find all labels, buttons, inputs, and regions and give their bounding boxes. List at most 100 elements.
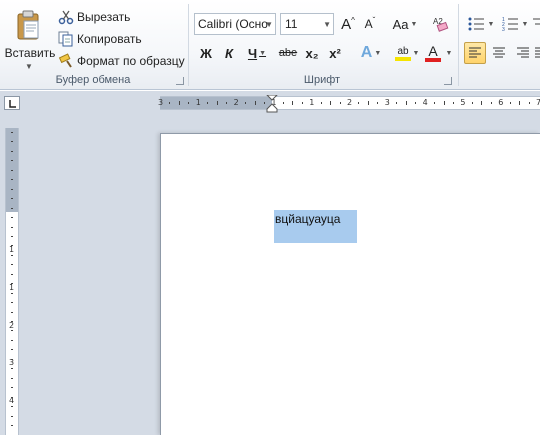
ruler-tick xyxy=(358,102,360,104)
shrink-font-label: A xyxy=(364,17,373,31)
chevron-down-icon[interactable]: ▼ xyxy=(265,20,273,29)
caret-down-small-icon: ˇ xyxy=(372,15,376,25)
align-right-icon xyxy=(517,47,529,58)
chevron-down-icon[interactable]: ▼ xyxy=(488,21,495,28)
superscript-button[interactable]: x² xyxy=(325,42,345,64)
ruler-tick xyxy=(169,102,171,104)
ruler-tick xyxy=(339,102,341,104)
ruler-tick xyxy=(11,160,13,162)
ruler-tick xyxy=(216,101,218,105)
font-size-value: 11 xyxy=(285,17,298,31)
chevron-down-icon[interactable]: ▼ xyxy=(259,50,266,57)
group-divider xyxy=(188,4,189,86)
font-dialog-launcher-icon[interactable] xyxy=(444,77,452,85)
ruler-tick xyxy=(11,302,13,304)
cut-label: Вырезать xyxy=(77,10,131,24)
ruler-tick xyxy=(11,349,13,351)
ruler-tick xyxy=(11,150,13,152)
align-right-button[interactable] xyxy=(512,42,534,64)
numbering-button[interactable]: 1 2 3 ▼ xyxy=(500,13,530,35)
change-case-label: Aa xyxy=(392,16,409,32)
tab-stop-icon xyxy=(9,100,16,108)
tab-selector-button[interactable] xyxy=(4,96,20,110)
paintbrush-icon xyxy=(58,53,72,68)
horizontal-ruler[interactable]: 31211234567 xyxy=(158,95,540,113)
grow-font-button[interactable]: A ^ xyxy=(338,13,358,35)
paste-button[interactable]: Вставить ▼ xyxy=(4,6,55,71)
clear-formatting-button[interactable]: A2 xyxy=(430,13,452,35)
change-case-button[interactable]: Aa ▼ xyxy=(390,13,420,35)
ruler-tick xyxy=(11,207,13,209)
align-left-button[interactable] xyxy=(464,42,486,64)
ruler-tick xyxy=(11,141,13,143)
ruler-number: 6 xyxy=(498,98,504,107)
selected-text[interactable]: вцйацуауца xyxy=(274,210,357,243)
chevron-down-icon[interactable]: ▼ xyxy=(410,42,420,64)
font-group-label: Шрифт xyxy=(303,74,341,86)
multilevel-list-button[interactable] xyxy=(532,13,540,35)
align-center-button[interactable] xyxy=(488,42,510,64)
ruler-tick xyxy=(471,102,473,104)
underline-label: Ч xyxy=(247,45,258,61)
format-painter-label: Формат по образцу xyxy=(77,54,185,68)
text-effects-button[interactable]: A ▼ xyxy=(358,42,384,64)
ruler-number: 4 xyxy=(422,98,428,107)
justify-icon xyxy=(535,47,540,58)
font-color-label: A xyxy=(428,43,438,59)
ruler-tick xyxy=(11,358,13,360)
ruler-tick xyxy=(11,311,13,313)
font-name-input[interactable]: Calibri (Осно ▼ xyxy=(194,13,276,35)
font-color-bar xyxy=(425,58,441,62)
chevron-down-icon[interactable]: ▼ xyxy=(25,62,33,71)
ruler-tick xyxy=(11,415,13,417)
ruler-tick xyxy=(301,102,303,104)
chevron-down-icon[interactable]: ▼ xyxy=(323,20,331,29)
ruler-tick xyxy=(254,101,256,105)
vertical-ruler[interactable]: 112345 xyxy=(5,128,19,435)
ruler-tick xyxy=(405,101,407,105)
italic-button[interactable]: К xyxy=(220,42,238,64)
font-size-input[interactable]: 11 ▼ xyxy=(280,13,334,35)
group-divider xyxy=(458,4,459,86)
bulleted-list-icon xyxy=(468,17,484,31)
clipboard-group-label: Буфер обмена xyxy=(55,74,131,86)
bold-button[interactable]: Ж xyxy=(197,42,215,64)
ruler-tick xyxy=(178,101,180,105)
italic-label: К xyxy=(225,45,233,61)
ruler-tick xyxy=(509,102,511,104)
ruler-number: 5 xyxy=(460,98,466,107)
shrink-font-button[interactable]: Aˇ xyxy=(360,13,380,35)
chevron-down-icon[interactable]: ▼ xyxy=(410,21,417,28)
justify-button[interactable] xyxy=(534,42,540,64)
numbered-list-icon: 1 2 3 xyxy=(502,17,518,32)
document-page[interactable] xyxy=(160,133,540,435)
ruler-tick xyxy=(11,264,13,266)
ruler-tick xyxy=(415,102,417,104)
strikethrough-button[interactable]: abe xyxy=(277,42,299,64)
copy-label: Копировать xyxy=(77,32,142,46)
clipboard-dialog-launcher-icon[interactable] xyxy=(176,77,184,85)
ruler-tick xyxy=(367,101,369,105)
chevron-down-icon[interactable]: ▼ xyxy=(522,21,529,28)
ruler-tick xyxy=(434,102,436,104)
chevron-down-icon[interactable]: ▼ xyxy=(374,50,381,57)
chevron-down-icon[interactable]: ▼ xyxy=(443,42,453,64)
ruler-tick xyxy=(11,387,13,389)
ruler-tick xyxy=(320,102,322,104)
font-color-button[interactable]: A xyxy=(422,42,444,64)
ruler-tick xyxy=(396,102,398,104)
ruler-tick xyxy=(11,330,13,332)
bullets-button[interactable]: ▼ xyxy=(466,13,496,35)
ruler-tick xyxy=(377,102,379,104)
subscript-button[interactable]: x₂ xyxy=(302,42,322,64)
ruler-tick xyxy=(11,339,13,341)
ruler-tick xyxy=(11,424,13,426)
ruler-tick xyxy=(263,102,265,104)
subscript-label: x₂ xyxy=(305,45,319,61)
format-painter-button[interactable]: Формат по образцу xyxy=(58,52,185,70)
underline-button[interactable]: Ч ▼ xyxy=(244,42,270,64)
copy-button[interactable]: Копировать xyxy=(58,30,142,48)
cut-button[interactable]: Вырезать xyxy=(58,8,130,26)
clipboard-paste-icon xyxy=(17,10,39,40)
indent-marker-icon[interactable] xyxy=(266,95,278,113)
